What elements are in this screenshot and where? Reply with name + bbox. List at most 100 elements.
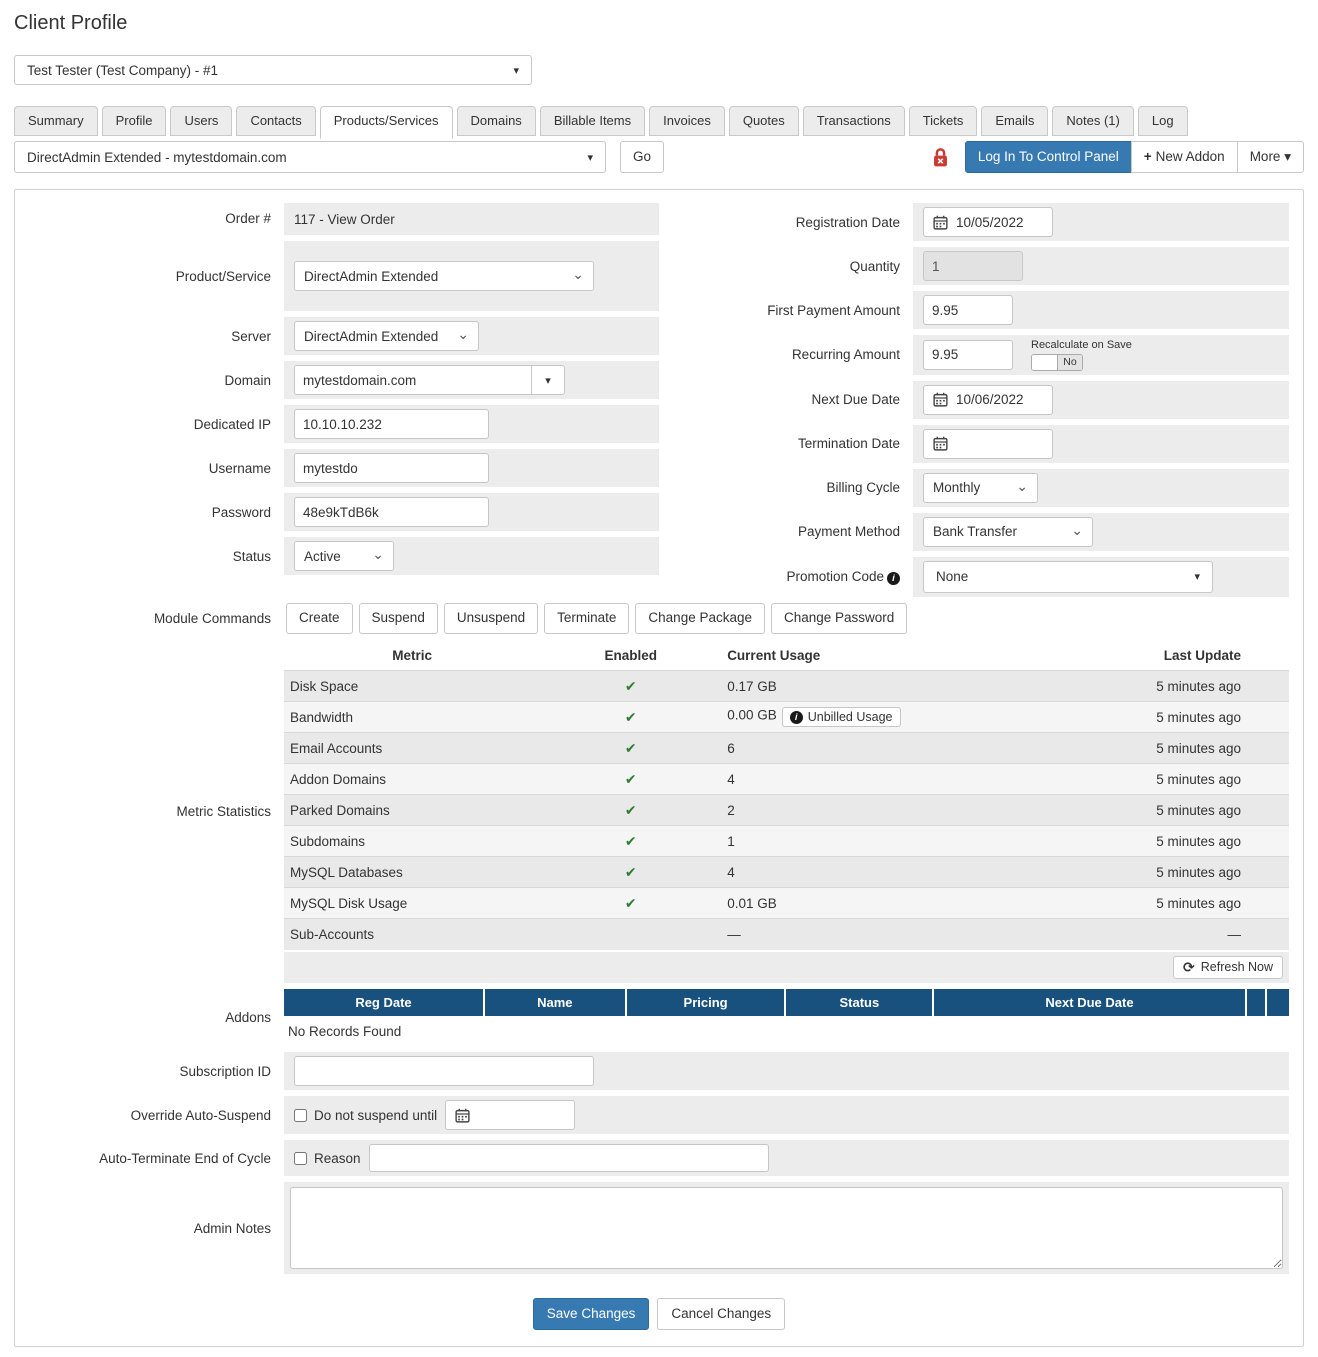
tab-invoices[interactable]: Invoices	[649, 106, 725, 136]
lock-status-icon	[931, 147, 950, 168]
order-label: Order #	[225, 211, 271, 226]
tab-users[interactable]: Users	[170, 106, 233, 136]
reason-label: Reason	[314, 1150, 361, 1166]
table-row: No Records Found	[284, 1016, 1289, 1047]
tab-products-services[interactable]: Products/Services	[319, 106, 453, 139]
change-password-button[interactable]: Change Password	[771, 603, 908, 635]
subscription-id-input[interactable]	[294, 1056, 594, 1087]
recurring-amount-input[interactable]	[923, 339, 1013, 370]
refresh-now-button[interactable]: ⟳ Refresh Now	[1173, 955, 1283, 980]
module-commands-row: Module Commands Create Suspend Unsuspend…	[29, 603, 1289, 635]
unbilled-usage-button[interactable]: i Unbilled Usage	[781, 707, 901, 728]
status-select[interactable]: Active ⌄	[294, 541, 394, 571]
tab-transactions[interactable]: Transactions	[802, 106, 905, 136]
username-input[interactable]	[294, 453, 489, 483]
chevron-down-icon: ⌄	[1071, 521, 1083, 538]
override-auto-suspend-row: Override Auto-Suspend Do not suspend unt…	[29, 1096, 1289, 1135]
service-selector[interactable]: DirectAdmin Extended - mytestdomain.com …	[14, 141, 606, 173]
service-details-panel: Order # 117 - View Order Product/Service…	[14, 189, 1304, 1348]
metric-statistics-table: Metric Enabled Current Usage Last Update…	[284, 640, 1289, 950]
addons-row: Addons Reg Date Name Pricing Status Next…	[29, 989, 1289, 1047]
addons-header-reg-date: Reg Date	[284, 989, 485, 1017]
chevron-down-icon: ⌄	[1016, 477, 1028, 494]
suspend-button[interactable]: Suspend	[358, 603, 438, 635]
server-select[interactable]: DirectAdmin Extended ⌄	[294, 321, 479, 351]
server-label: Server	[231, 328, 271, 344]
reason-input[interactable]	[368, 1144, 769, 1173]
password-input[interactable]	[294, 497, 489, 527]
calendar-icon	[933, 392, 948, 407]
subscription-id-row: Subscription ID	[29, 1052, 1289, 1091]
table-row: Email Accounts ✔ 6 5 minutes ago	[284, 732, 1289, 764]
tab-summary[interactable]: Summary	[14, 106, 98, 136]
tab-profile[interactable]: Profile	[101, 106, 167, 136]
tab-tickets[interactable]: Tickets	[908, 106, 978, 136]
chevron-down-icon: ▾	[545, 374, 551, 387]
do-not-suspend-option: Do not suspend until	[294, 1108, 437, 1123]
addons-header-status: Status	[785, 989, 935, 1017]
payment-method-select[interactable]: Bank Transfer ⌄	[923, 516, 1093, 547]
check-icon: ✔	[624, 832, 637, 849]
check-icon: ✔	[624, 708, 637, 725]
tab-contacts[interactable]: Contacts	[236, 106, 316, 136]
next-due-date-input[interactable]: 10/06/2022	[923, 384, 1053, 415]
tab-quotes[interactable]: Quotes	[728, 106, 799, 136]
save-changes-button[interactable]: Save Changes	[532, 1298, 650, 1331]
table-row: Sub-Accounts — —	[284, 918, 1289, 950]
first-payment-label: First Payment Amount	[767, 302, 900, 318]
calendar-icon	[933, 215, 948, 230]
do-not-suspend-label: Do not suspend until	[314, 1107, 438, 1123]
first-payment-input[interactable]	[923, 295, 1013, 325]
check-icon: ✔	[624, 677, 637, 694]
service-selector-value: DirectAdmin Extended - mytestdomain.com	[27, 149, 287, 165]
domain-dropdown-button[interactable]: ▾	[531, 365, 565, 395]
admin-notes-textarea[interactable]	[290, 1187, 1283, 1270]
quantity-input	[923, 251, 1023, 281]
tab-notes[interactable]: Notes (1)	[1052, 106, 1134, 136]
check-icon: ✔	[624, 894, 637, 911]
chevron-down-icon: ▾	[587, 151, 593, 164]
domain-input[interactable]	[294, 365, 532, 395]
addons-table: Reg Date Name Pricing Status Next Due Da…	[284, 989, 1289, 1047]
suspend-until-date-input[interactable]	[445, 1100, 576, 1131]
termination-date-input[interactable]	[923, 428, 1053, 459]
metric-header: Metric	[284, 640, 536, 671]
password-row: Password	[29, 493, 659, 531]
dedicated-ip-label: Dedicated IP	[193, 416, 271, 432]
addons-header-empty	[1265, 989, 1289, 1017]
order-value[interactable]: 117 - View Order	[294, 212, 395, 227]
dedicated-ip-input[interactable]	[294, 409, 489, 439]
do-not-suspend-checkbox[interactable]	[294, 1108, 307, 1122]
tab-billable-items[interactable]: Billable Items	[539, 106, 646, 136]
recalculate-toggle[interactable]: No	[1031, 353, 1083, 371]
table-row: Disk Space ✔ 0.17 GB 5 minutes ago	[284, 670, 1289, 702]
unsuspend-button[interactable]: Unsuspend	[443, 603, 539, 635]
new-addon-button[interactable]: + New Addon	[1130, 141, 1238, 173]
registration-date-input[interactable]: 10/05/2022	[923, 207, 1053, 237]
tab-domains[interactable]: Domains	[456, 106, 536, 136]
terminate-button[interactable]: Terminate	[544, 603, 630, 635]
recurring-amount-label: Recurring Amount	[791, 347, 900, 363]
tab-emails[interactable]: Emails	[981, 106, 1049, 136]
table-row: Subdomains ✔ 1 5 minutes ago	[284, 825, 1289, 857]
product-service-select[interactable]: DirectAdmin Extended ⌄	[294, 261, 594, 291]
promotion-code-select[interactable]: None ▾	[923, 560, 1213, 593]
change-package-button[interactable]: Change Package	[635, 603, 765, 635]
cancel-changes-button[interactable]: Cancel Changes	[657, 1298, 786, 1331]
chevron-down-icon: ▾	[1194, 571, 1200, 584]
service-toolbar: DirectAdmin Extended - mytestdomain.com …	[14, 141, 1304, 173]
login-control-panel-button[interactable]: Log In To Control Panel	[964, 141, 1132, 173]
tab-log[interactable]: Log	[1137, 106, 1188, 136]
create-button[interactable]: Create	[286, 603, 353, 635]
more-button[interactable]: More ▾	[1236, 141, 1304, 173]
info-icon: i	[789, 710, 803, 724]
termination-date-row: Termination Date	[661, 424, 1289, 463]
no-records-message: No Records Found	[284, 1016, 1289, 1047]
module-commands-label: Module Commands	[153, 611, 271, 627]
billing-cycle-select[interactable]: Monthly ⌄	[923, 472, 1038, 503]
auto-terminate-checkbox[interactable]	[294, 1151, 307, 1165]
go-button[interactable]: Go	[620, 141, 665, 173]
info-icon[interactable]: i	[887, 571, 900, 585]
client-selector[interactable]: Test Tester (Test Company) - #1 ▾	[14, 55, 532, 85]
table-row: Bandwidth ✔ 0.00 GB i Unbilled Usage 5 min…	[284, 701, 1289, 733]
